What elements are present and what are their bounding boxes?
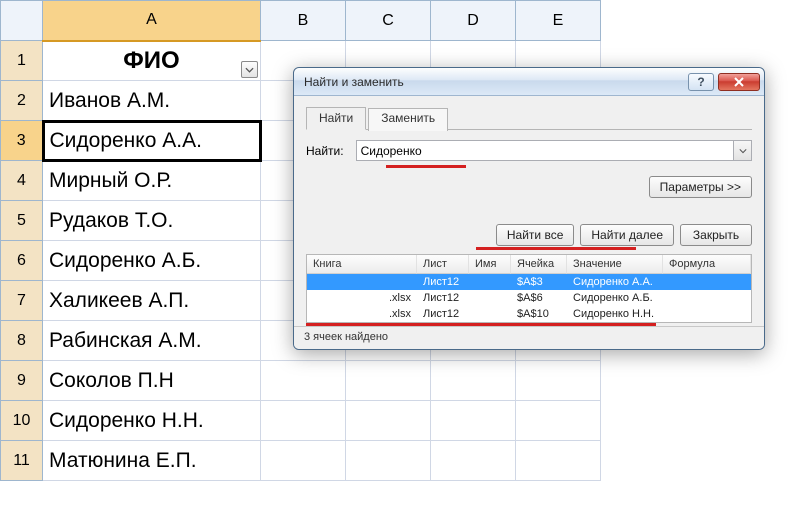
row-header-6[interactable]: 6 (1, 241, 43, 281)
col-a-title: ФИО (123, 47, 179, 74)
cell-d10[interactable] (431, 401, 516, 441)
cell-a3[interactable]: Сидоренко А.А. (43, 121, 261, 161)
row-header-3[interactable]: 3 (1, 121, 43, 161)
cell-e9[interactable] (516, 361, 601, 401)
find-label: Найти: (306, 144, 344, 158)
row-header-11[interactable]: 11 (1, 441, 43, 481)
cell-c9[interactable] (346, 361, 431, 401)
dialog-title: Найти и заменить (304, 75, 684, 89)
find-input[interactable] (356, 140, 734, 161)
cell-a6[interactable]: Сидоренко А.Б. (43, 241, 261, 281)
col-cell[interactable]: Ячейка (511, 255, 567, 274)
row-header-10[interactable]: 10 (1, 401, 43, 441)
row-header-9[interactable]: 9 (1, 361, 43, 401)
row-header-2[interactable]: 2 (1, 81, 43, 121)
parameters-button[interactable]: Параметры >> (649, 176, 752, 198)
help-button[interactable]: ? (688, 73, 714, 91)
find-next-button[interactable]: Найти далее (580, 224, 674, 246)
tab-replace[interactable]: Заменить (368, 108, 448, 131)
col-value[interactable]: Значение (567, 255, 663, 274)
col-sheet[interactable]: Лист (417, 255, 469, 274)
col-header-b[interactable]: B (261, 1, 346, 41)
results-header: Книга Лист Имя Ячейка Значение Формула (307, 255, 751, 274)
cell-a10[interactable]: Сидоренко Н.Н. (43, 401, 261, 441)
row-header-4[interactable]: 4 (1, 161, 43, 201)
cell-a5[interactable]: Рудаков Т.О. (43, 201, 261, 241)
results-row[interactable]: .xlsxЛист12$A$6Сидоренко А.Б. (307, 290, 751, 306)
cell-e10[interactable] (516, 401, 601, 441)
cell-d9[interactable] (431, 361, 516, 401)
close-button[interactable]: Закрыть (680, 224, 752, 246)
col-header-c[interactable]: C (346, 1, 431, 41)
close-icon[interactable] (718, 73, 760, 91)
row-header-1[interactable]: 1 (1, 41, 43, 81)
row-header-7[interactable]: 7 (1, 281, 43, 321)
cell-c10[interactable] (346, 401, 431, 441)
annotation-underline (476, 247, 636, 250)
cell-b10[interactable] (261, 401, 346, 441)
cell-e11[interactable] (516, 441, 601, 481)
annotation-underline (386, 165, 466, 168)
col-header-a[interactable]: A (43, 1, 261, 41)
col-book[interactable]: Книга (307, 255, 417, 274)
cell-a8[interactable]: Рабинская А.М. (43, 321, 261, 361)
find-replace-dialog: Найти и заменить ? Найти Заменить Найти:… (293, 67, 765, 350)
results-row[interactable]: Лист12$A$3Сидоренко А.А. (307, 274, 751, 290)
cell-a7[interactable]: Халикеев А.П. (43, 281, 261, 321)
cell-b11[interactable] (261, 441, 346, 481)
col-header-e[interactable]: E (516, 1, 601, 41)
tabs: Найти Заменить (306, 106, 752, 130)
cell-a2[interactable]: Иванов А.М. (43, 81, 261, 121)
find-all-button[interactable]: Найти все (496, 224, 575, 246)
filter-dropdown-icon[interactable] (241, 61, 258, 78)
cell-a4[interactable]: Мирный О.Р. (43, 161, 261, 201)
col-formula[interactable]: Формула (663, 255, 751, 274)
results-row[interactable]: .xlsxЛист12$A$10Сидоренко Н.Н. (307, 306, 751, 322)
select-all-corner[interactable] (1, 1, 43, 41)
tab-find[interactable]: Найти (306, 107, 366, 130)
col-header-d[interactable]: D (431, 1, 516, 41)
cell-a9[interactable]: Соколов П.Н (43, 361, 261, 401)
cell-a1[interactable]: ФИО (43, 41, 261, 81)
results-list[interactable]: Книга Лист Имя Ячейка Значение Формула Л… (306, 254, 752, 323)
col-name[interactable]: Имя (469, 255, 511, 274)
row-header-5[interactable]: 5 (1, 201, 43, 241)
cell-a11[interactable]: Матюнина Е.П. (43, 441, 261, 481)
cell-b9[interactable] (261, 361, 346, 401)
find-history-dropdown[interactable] (734, 140, 752, 161)
cell-c11[interactable] (346, 441, 431, 481)
dialog-titlebar[interactable]: Найти и заменить ? (294, 68, 764, 96)
row-header-8[interactable]: 8 (1, 321, 43, 361)
cell-d11[interactable] (431, 441, 516, 481)
dialog-statusbar: 3 ячеек найдено (294, 326, 764, 349)
